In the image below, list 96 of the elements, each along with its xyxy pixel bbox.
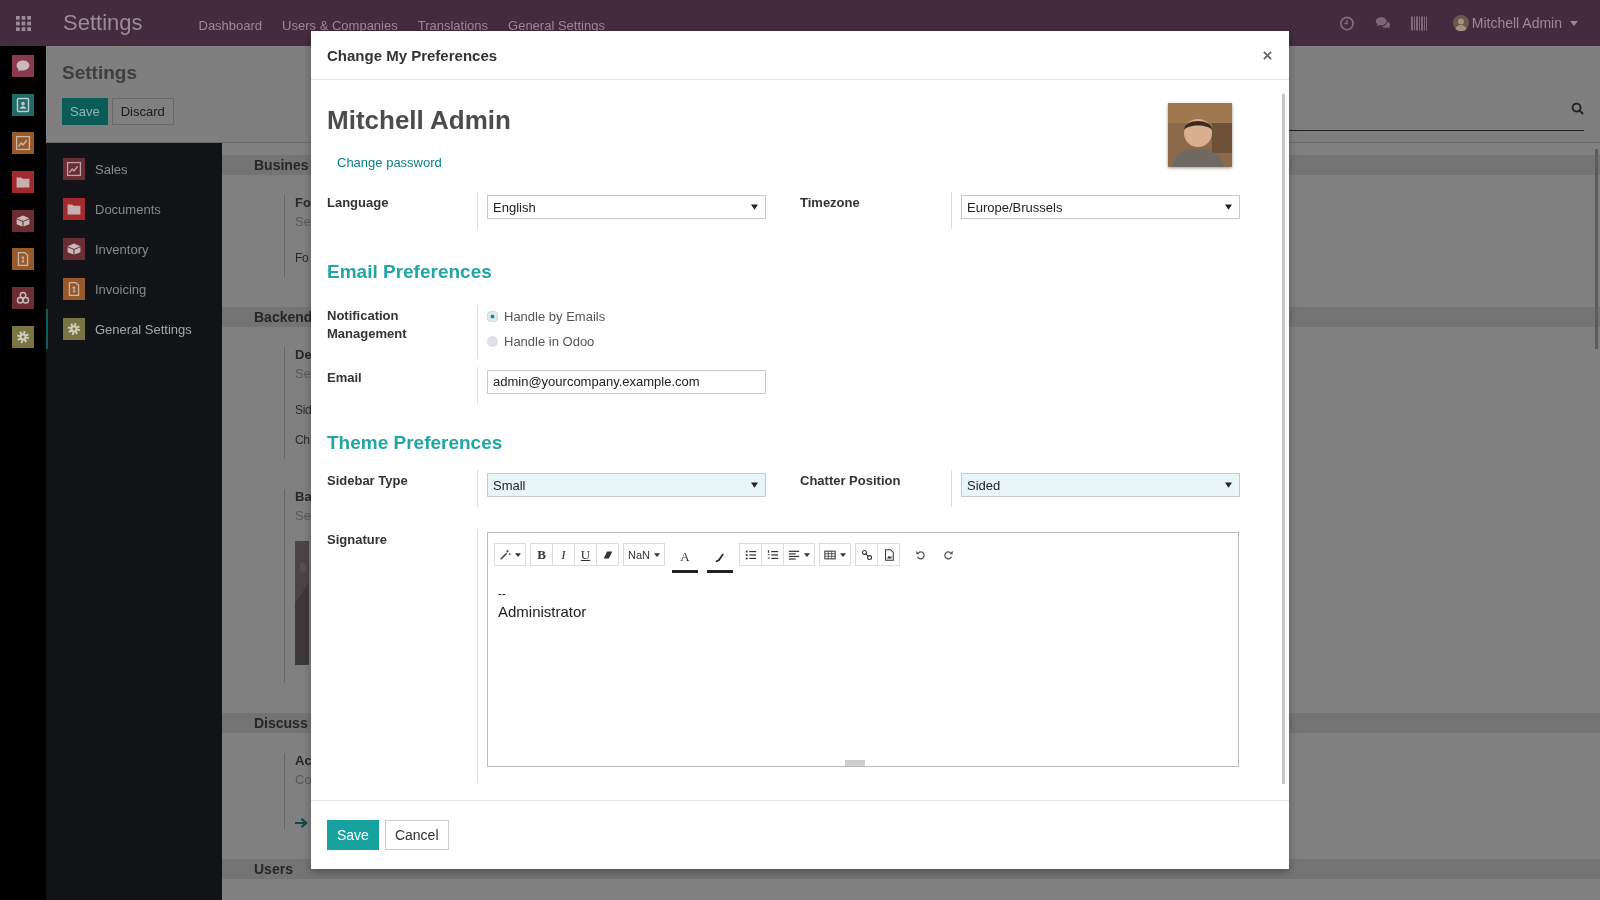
caret-icon[interactable] bbox=[1225, 204, 1232, 210]
signature-line: -- bbox=[498, 587, 507, 601]
caret-icon[interactable] bbox=[1225, 482, 1232, 488]
menu-item[interactable]: Dashboard bbox=[198, 17, 263, 33]
invoice-app-icon[interactable] bbox=[12, 248, 34, 271]
field-label: Notification Management bbox=[327, 307, 408, 343]
caret-icon[interactable] bbox=[515, 552, 521, 557]
field-label: Language bbox=[327, 194, 390, 212]
user-menu[interactable]: Mitchell Admin bbox=[1452, 15, 1578, 31]
select-field[interactable]: English bbox=[487, 195, 766, 219]
image-button[interactable] bbox=[877, 543, 900, 566]
section-heading: Email Preferences bbox=[327, 261, 493, 283]
table-icon[interactable] bbox=[824, 548, 836, 561]
select-field[interactable]: Europe/Brussels bbox=[961, 195, 1240, 219]
bold-button[interactable]: B bbox=[530, 543, 553, 566]
magic-wand-button[interactable] bbox=[494, 543, 526, 566]
section-title: Users bbox=[254, 861, 293, 877]
app-title: Settings bbox=[63, 10, 143, 36]
section-heading: Theme Preferences bbox=[327, 432, 504, 454]
search-icon[interactable] bbox=[1571, 102, 1584, 115]
menu-item[interactable]: Translations bbox=[417, 17, 489, 33]
bullet-list-button[interactable] bbox=[739, 543, 762, 566]
align-button[interactable] bbox=[783, 543, 815, 566]
numbered-list-button[interactable] bbox=[761, 543, 784, 566]
sidebar-item[interactable]: Inventory bbox=[46, 229, 222, 269]
bullet-list-icon[interactable] bbox=[744, 548, 757, 561]
close-icon[interactable] bbox=[1263, 50, 1272, 60]
menu-item[interactable]: General Settings bbox=[508, 17, 605, 33]
menu-item[interactable]: Users & Companies bbox=[282, 17, 398, 33]
chat-app-icon[interactable] bbox=[12, 55, 34, 77]
setting-title: Fo bbox=[295, 195, 311, 210]
signature-line: Administrator bbox=[498, 603, 588, 620]
sidebar-item[interactable]: Documents bbox=[46, 189, 222, 229]
setting-label: Ch bbox=[295, 433, 310, 447]
change-password-link[interactable]: Change password bbox=[337, 155, 442, 170]
field-label: Chatter Position bbox=[800, 472, 902, 490]
chat-icon[interactable] bbox=[1374, 15, 1391, 31]
email-field[interactable]: admin@yourcompany.example.com bbox=[487, 370, 766, 394]
link-button[interactable] bbox=[855, 543, 878, 566]
underline-button[interactable]: U bbox=[574, 543, 597, 566]
sidebar-item[interactable]: Invoicing bbox=[46, 269, 222, 309]
resize-handle[interactable] bbox=[845, 760, 865, 766]
table-button[interactable] bbox=[819, 543, 851, 566]
field-label: Sidebar Type bbox=[327, 472, 409, 490]
avatar bbox=[1452, 15, 1469, 31]
section-title: Backend bbox=[254, 309, 313, 325]
box-app-icon[interactable] bbox=[12, 209, 34, 232]
link-icon[interactable] bbox=[860, 548, 873, 561]
radio-button[interactable] bbox=[487, 311, 498, 322]
image-icon[interactable] bbox=[882, 548, 895, 561]
setting-title: Ac bbox=[295, 753, 312, 768]
caret-icon[interactable] bbox=[840, 552, 846, 557]
search-field[interactable] bbox=[1289, 104, 1584, 131]
setting-title: Ba bbox=[295, 489, 312, 504]
numbered-list-icon[interactable] bbox=[766, 548, 779, 561]
caret-icon[interactable] bbox=[804, 552, 810, 557]
magic-wand-icon[interactable] bbox=[499, 548, 511, 561]
radio-option[interactable]: Handle in Odoo bbox=[487, 334, 800, 349]
italic-button[interactable]: I bbox=[552, 543, 575, 566]
font-size-button[interactable]: NaN bbox=[623, 543, 665, 566]
sidebar-item[interactable]: Sales bbox=[46, 149, 222, 189]
contacts-app-icon[interactable] bbox=[12, 93, 34, 116]
caret-icon[interactable] bbox=[751, 482, 758, 488]
redo-icon[interactable] bbox=[941, 548, 954, 561]
save-button[interactable]: Save bbox=[62, 98, 108, 125]
eraser-button[interactable] bbox=[596, 543, 619, 566]
arrow-icon[interactable] bbox=[295, 817, 308, 829]
align-icon[interactable] bbox=[788, 548, 800, 561]
section-title: Busines bbox=[254, 157, 309, 173]
field-label: Timezone bbox=[800, 194, 861, 212]
discard-button[interactable]: Discard bbox=[111, 98, 174, 125]
barcode-icon[interactable] bbox=[1410, 15, 1427, 31]
field-label: Email bbox=[327, 369, 363, 387]
setting-title: De bbox=[295, 347, 312, 362]
chart-app-icon[interactable] bbox=[12, 132, 34, 155]
select-field[interactable]: Small bbox=[487, 473, 766, 497]
apps-menu-icon[interactable] bbox=[16, 15, 31, 31]
cancel-button[interactable]: Cancel bbox=[384, 820, 449, 850]
field-label: Signature bbox=[327, 531, 388, 549]
undo-icon[interactable] bbox=[914, 548, 927, 561]
radio-option[interactable]: Handle by Emails bbox=[487, 309, 800, 324]
select-field[interactable]: Sided bbox=[961, 473, 1240, 497]
clock-icon[interactable] bbox=[1338, 15, 1355, 31]
signature-editor[interactable]: B I U NaN A -- Administrator bbox=[487, 532, 1239, 767]
caret-icon[interactable] bbox=[751, 204, 758, 210]
setting-label: Sid bbox=[295, 403, 312, 417]
section-title: Discuss bbox=[254, 715, 308, 731]
shapes-app-icon[interactable] bbox=[12, 287, 34, 310]
caret-icon[interactable] bbox=[654, 552, 660, 557]
folder-app-icon[interactable] bbox=[12, 171, 34, 194]
dialog-title: Change My Preferences bbox=[327, 46, 498, 64]
user-name: Mitchell Admin bbox=[327, 105, 511, 136]
radio-button[interactable] bbox=[487, 336, 498, 347]
page-title: Settings bbox=[62, 62, 138, 84]
setting-label: Fo bbox=[295, 251, 309, 265]
gear-app-icon[interactable] bbox=[12, 325, 34, 348]
